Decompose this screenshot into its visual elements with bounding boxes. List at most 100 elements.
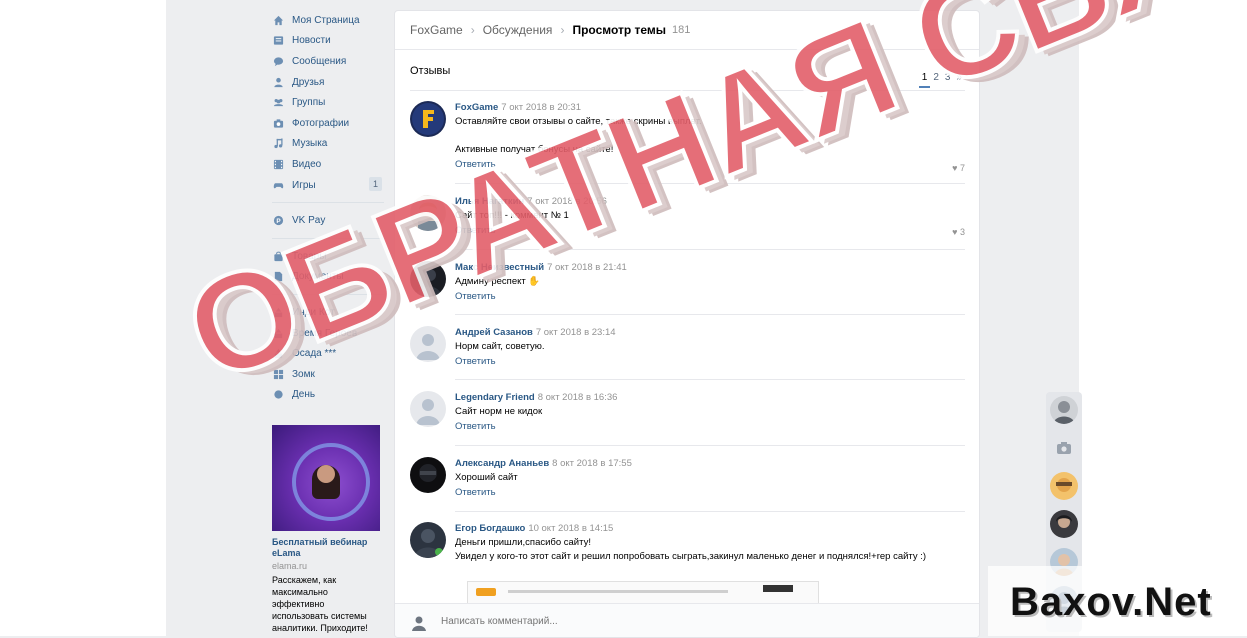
comment-date[interactable]: 10 окт 2018 в 14:15 bbox=[528, 523, 613, 534]
nav-item-label: Музыка bbox=[292, 138, 328, 150]
avatar[interactable] bbox=[410, 101, 446, 137]
reply-link[interactable]: Ответить bbox=[455, 290, 496, 304]
nav-item-video[interactable]: Видео bbox=[272, 154, 384, 175]
avatar[interactable] bbox=[410, 522, 446, 558]
comment-body: Андрей Сазанов 7 окт 2018 в 23:14 Норм са… bbox=[455, 326, 965, 369]
avatar[interactable] bbox=[410, 261, 446, 297]
nav-item-label: Товары bbox=[292, 250, 327, 262]
nav-item-label: Время Героев bbox=[292, 327, 358, 339]
breadcrumb-section[interactable]: Обсуждения bbox=[483, 23, 553, 37]
like-button[interactable]: ♥ 3 bbox=[952, 227, 965, 237]
nav-item-friends[interactable]: Друзья bbox=[272, 72, 384, 93]
comment-body: Макс Неизвестный 7 окт 2018 в 21:41 Админ… bbox=[455, 261, 965, 304]
nav-item-label: Фотографии bbox=[292, 117, 350, 129]
document-icon bbox=[272, 271, 284, 283]
nav-item-app[interactable]: Осада *** bbox=[272, 343, 384, 364]
ad-block[interactable]: Бесплатный вебинар eLama elama.ru Расска… bbox=[272, 425, 380, 634]
nav-item-label: Группы bbox=[292, 97, 326, 109]
nav-item-games[interactable]: Игры 1 bbox=[272, 175, 384, 196]
attachment-logo bbox=[476, 588, 496, 596]
comment-body: Александр Ананьев 8 окт 2018 в 17:55 Хоро… bbox=[455, 457, 965, 500]
heart-icon: ♥ bbox=[952, 163, 958, 173]
comment-author[interactable]: Илья Нагаткин bbox=[455, 196, 524, 207]
nav-item-label: Игры bbox=[292, 179, 316, 191]
chat-avatar[interactable] bbox=[1050, 472, 1078, 500]
topic-panel: FoxGame › Обсуждения › Просмотр темы 181… bbox=[394, 10, 980, 638]
avatar[interactable] bbox=[410, 326, 446, 362]
avatar[interactable] bbox=[410, 391, 446, 427]
breadcrumb-current: Просмотр темы bbox=[572, 23, 667, 37]
reply-link[interactable]: Ответить bbox=[455, 224, 496, 238]
nav-item-label: Инди Кот bbox=[292, 306, 335, 318]
page-3[interactable]: 3 bbox=[942, 72, 954, 88]
chat-avatar[interactable] bbox=[1050, 510, 1078, 538]
nav-item-app[interactable]: Зомк bbox=[272, 364, 384, 385]
comment-date[interactable]: 7 окт 2018 в 21:41 bbox=[547, 262, 627, 273]
page-next[interactable]: » bbox=[953, 72, 965, 88]
comment-text: Оставляйте свои отзывы о сайте, также ск… bbox=[455, 116, 702, 127]
camera-icon bbox=[272, 117, 284, 129]
like-count: 3 bbox=[959, 227, 965, 237]
nav-item-app[interactable]: День bbox=[272, 385, 384, 406]
reply-link[interactable]: Ответить bbox=[455, 420, 496, 434]
comment-body: Илья Нагаткин 7 окт 2018 в 20:56 Сайт топ… bbox=[455, 195, 965, 238]
ad-image-head bbox=[317, 465, 335, 483]
app-icon bbox=[272, 348, 284, 360]
watermark-corner-text: Baxov.Net bbox=[1010, 580, 1212, 624]
comment-text: Сайт норм не кидок bbox=[455, 406, 543, 417]
camera-icon[interactable] bbox=[1050, 434, 1078, 462]
like-button[interactable]: ♥ 7 bbox=[952, 163, 965, 173]
nav-item-label: VK Pay bbox=[292, 215, 326, 227]
nav-item-app[interactable]: Инди Кот bbox=[272, 302, 384, 323]
comment-input[interactable] bbox=[441, 616, 841, 627]
page-2[interactable]: 2 bbox=[930, 72, 942, 88]
nav-item-app[interactable]: Время Героев bbox=[272, 323, 384, 344]
comment-author[interactable]: Андрей Сазанов bbox=[455, 327, 533, 338]
comment-date[interactable]: 8 окт 2018 в 16:36 bbox=[538, 392, 618, 403]
nav-item-goods[interactable]: Товары bbox=[272, 246, 384, 267]
breadcrumb-group[interactable]: FoxGame bbox=[410, 23, 463, 37]
games-count-badge: 1 bbox=[368, 176, 382, 191]
shopping-bag-icon bbox=[272, 250, 284, 262]
comment-text: Деньги пришли,спасибо сайту! bbox=[455, 537, 591, 548]
pagination: 1 2 3 » bbox=[918, 72, 965, 88]
svg-text:P: P bbox=[276, 218, 281, 225]
page-1[interactable]: 1 bbox=[918, 72, 931, 88]
nav-item-music[interactable]: Музыка bbox=[272, 134, 384, 155]
chevron-right-icon: › bbox=[470, 23, 475, 37]
comment-author[interactable]: Егор Богдашко bbox=[455, 523, 525, 534]
comment-body: Егор Богдашко 10 окт 2018 в 14:15 Деньги … bbox=[455, 522, 965, 564]
comment-author[interactable]: Александр Ананьев bbox=[455, 458, 549, 469]
comment-composer bbox=[395, 603, 979, 637]
comment-date[interactable]: 7 окт 2018 в 20:56 bbox=[527, 196, 607, 207]
avatar[interactable] bbox=[410, 457, 446, 493]
nav-item-documents[interactable]: Документы bbox=[272, 267, 384, 288]
nav-item-messages[interactable]: Сообщения bbox=[272, 51, 384, 72]
comment-author[interactable]: Макс Неизвестный bbox=[455, 262, 544, 273]
video-icon bbox=[272, 158, 284, 170]
comment-date[interactable]: 7 окт 2018 в 20:31 bbox=[501, 102, 581, 113]
nav-item-photos[interactable]: Фотографии bbox=[272, 113, 384, 134]
comment-date[interactable]: 7 окт 2018 в 23:14 bbox=[536, 327, 616, 338]
reply-link[interactable]: Ответить bbox=[455, 158, 496, 172]
nav-item-news[interactable]: Новости bbox=[272, 31, 384, 52]
chat-avatar[interactable] bbox=[1050, 396, 1078, 424]
comment-text: Норм сайт, советую. bbox=[455, 341, 545, 352]
comment-date[interactable]: 8 окт 2018 в 17:55 bbox=[552, 458, 632, 469]
like-count: 7 bbox=[959, 163, 965, 173]
heart-icon: ♥ bbox=[952, 227, 958, 237]
news-icon bbox=[272, 35, 284, 47]
comment-author[interactable]: FoxGame bbox=[455, 102, 498, 113]
gamepad-icon bbox=[272, 179, 284, 191]
chevron-right-icon: › bbox=[560, 23, 565, 37]
ad-image[interactable] bbox=[272, 425, 380, 531]
nav-item-vk-pay[interactable]: P VK Pay bbox=[272, 210, 384, 231]
nav-item-my-page[interactable]: Моя Страница bbox=[272, 10, 384, 31]
comment-author[interactable]: Legendary Friend bbox=[455, 392, 535, 403]
reply-link[interactable]: Ответить bbox=[455, 355, 496, 369]
reply-link[interactable]: Ответить bbox=[455, 486, 496, 500]
comment-text: Активные получат бонусы на сайте! bbox=[455, 144, 614, 155]
ad-title[interactable]: Бесплатный вебинар eLama bbox=[272, 537, 380, 559]
nav-item-groups[interactable]: Группы bbox=[272, 92, 384, 113]
avatar[interactable] bbox=[410, 195, 446, 231]
